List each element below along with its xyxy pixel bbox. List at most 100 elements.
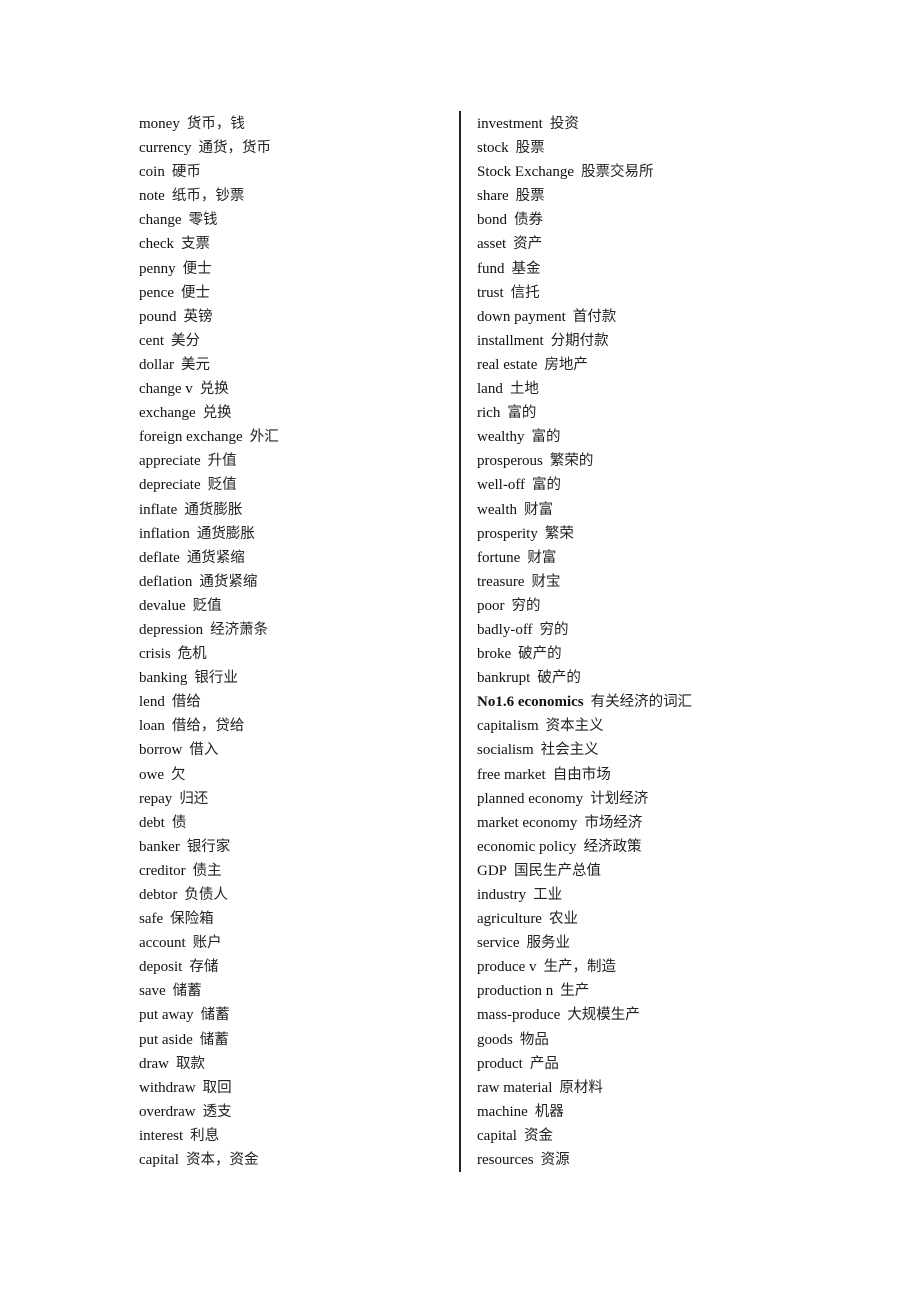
english-term: exchange [139, 405, 196, 422]
english-term: penny [139, 260, 176, 277]
vocab-entry: goods 物品 [477, 1028, 692, 1052]
english-term: real estate [477, 356, 538, 373]
vocab-entry: stock 股票 [477, 136, 692, 160]
chinese-translation: 破产的 [518, 646, 562, 663]
vocab-entry: down payment 首付款 [477, 305, 692, 329]
vocab-entry: GDP 国民生产总值 [477, 859, 692, 883]
english-term: goods [477, 1031, 513, 1048]
vocab-entry: pence 便士 [139, 281, 279, 305]
chinese-translation: 自由市场 [552, 766, 611, 783]
chinese-translation: 农业 [548, 911, 578, 928]
english-term: capital [477, 1127, 517, 1144]
english-term: pound [139, 308, 177, 325]
chinese-translation: 产品 [529, 1055, 559, 1072]
vocab-entry: economic policy 经济政策 [477, 835, 692, 859]
vocab-entry: free market 自由市场 [477, 763, 692, 787]
vocab-entry: note 纸币，钞票 [139, 184, 279, 208]
chinese-translation: 债 [171, 814, 187, 831]
chinese-translation: 升值 [207, 453, 237, 470]
chinese-translation: 银行家 [186, 838, 231, 855]
chinese-translation: 土地 [509, 381, 539, 398]
vocab-entry: land 土地 [477, 377, 692, 401]
vocab-entry: foreign exchange 外汇 [139, 425, 279, 449]
vocab-entry: withdraw 取回 [139, 1076, 279, 1100]
vocab-entry: produce v 生产，制造 [477, 955, 692, 979]
chinese-translation: 便士 [180, 284, 210, 301]
english-term: economic policy [477, 838, 577, 855]
chinese-translation: 取款 [176, 1055, 205, 1072]
chinese-translation: 资本，资金 [185, 1152, 259, 1169]
chinese-translation: 借入 [189, 742, 219, 759]
english-term: wealthy [477, 429, 525, 446]
chinese-translation: 借给，贷给 [171, 718, 245, 735]
chinese-translation: 破产的 [537, 670, 581, 687]
english-term: withdraw [139, 1079, 196, 1096]
chinese-translation: 硬币 [171, 164, 201, 181]
english-term: interest [139, 1127, 184, 1144]
chinese-translation: 富的 [507, 405, 537, 422]
english-term: crisis [139, 646, 171, 663]
vocab-entry: lend 借给 [139, 690, 279, 714]
chinese-translation: 零钱 [188, 212, 218, 229]
chinese-translation: 归还 [179, 790, 209, 807]
english-term: share [477, 188, 509, 205]
vocab-entry: draw 取款 [139, 1052, 279, 1076]
chinese-translation: 货币，钱 [186, 116, 245, 132]
vocab-entry: owe 欠 [139, 763, 279, 787]
english-term: wealth [477, 501, 517, 518]
english-term: capitalism [477, 718, 539, 735]
vocab-entry: borrow 借入 [139, 738, 279, 762]
chinese-translation: 财富 [523, 501, 553, 518]
english-term: installment [477, 332, 544, 349]
chinese-translation: 资源 [540, 1152, 570, 1169]
english-term: production n [477, 983, 554, 1000]
vocab-entry: devalue 贬值 [139, 594, 279, 618]
english-term: loan [139, 718, 165, 735]
english-term: put aside [139, 1031, 193, 1048]
english-term: repay [139, 790, 173, 807]
english-term: depreciate [139, 477, 201, 494]
english-term: banker [139, 838, 180, 855]
english-term: change [139, 212, 182, 229]
english-term: change v [139, 381, 193, 398]
vocab-entry: penny 便士 [139, 257, 279, 281]
chinese-translation: 股票 [515, 140, 545, 157]
chinese-translation: 服务业 [526, 935, 570, 952]
vocab-entry: change v 兑换 [139, 377, 279, 401]
english-term: debtor [139, 887, 178, 903]
vocab-entry: real estate 房地产 [477, 353, 692, 377]
vocab-entry: asset 资产 [477, 232, 692, 256]
vocab-entry: wealth 财富 [477, 498, 692, 522]
vocab-entry: check 支票 [139, 232, 279, 256]
vocabulary-column-right: investment 投资 stock 股票 Stock Exchange 股票交易所 sh… [477, 112, 692, 1172]
vocab-entry: inflation 通货膨胀 [139, 522, 279, 546]
chinese-translation: 通货膨胀 [184, 501, 243, 518]
chinese-translation: 利息 [190, 1127, 220, 1144]
chinese-translation: 经济萧条 [210, 621, 269, 638]
chinese-translation: 支票 [180, 236, 210, 253]
english-term: put away [139, 1007, 194, 1024]
chinese-translation: 通货紧缩 [199, 573, 258, 590]
chinese-translation: 财宝 [531, 573, 561, 590]
chinese-translation: 分期付款 [550, 332, 609, 349]
english-term: note [139, 188, 165, 205]
vocab-entry: share 股票 [477, 184, 692, 208]
vocab-entry: broke 破产的 [477, 642, 692, 666]
vocab-entry: well-off 富的 [477, 473, 692, 497]
english-term: account [139, 935, 186, 952]
english-term: fortune [477, 549, 521, 566]
chinese-translation: 透支 [202, 1103, 232, 1120]
english-term: pence [139, 284, 174, 301]
english-term: devalue [139, 597, 186, 614]
chinese-translation: 美分 [170, 332, 200, 349]
chinese-translation: 股票 [515, 188, 545, 205]
chinese-translation: 债券 [514, 212, 543, 229]
chinese-translation: 取回 [202, 1079, 232, 1096]
english-term: service [477, 935, 520, 952]
vocab-entry: money 货币，钱 [139, 112, 279, 136]
english-term: down payment [477, 308, 566, 325]
chinese-translation: 贬值 [192, 597, 222, 614]
vocab-entry: cent 美分 [139, 329, 279, 353]
chinese-translation: 危机 [177, 646, 207, 663]
chinese-translation: 财富 [527, 549, 557, 566]
